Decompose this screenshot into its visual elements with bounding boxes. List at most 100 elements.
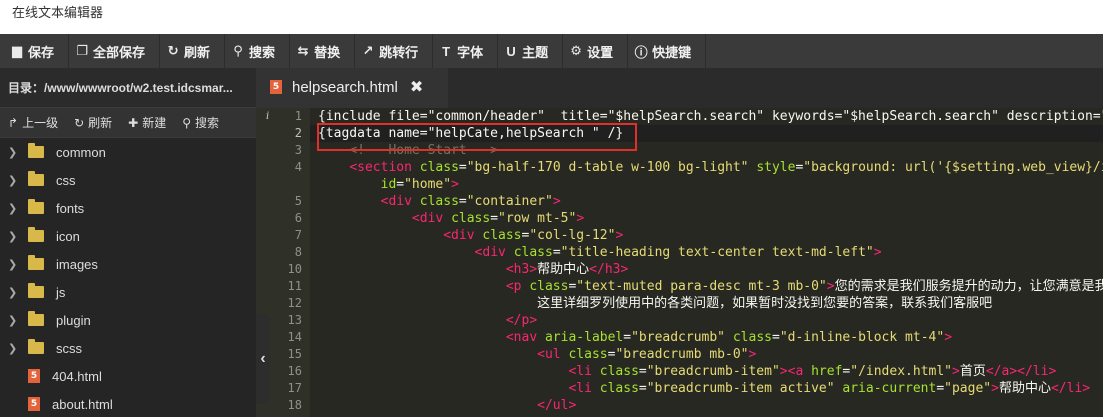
- goto-line-button[interactable]: ↗ 跳转行: [355, 34, 434, 68]
- code-token: class: [482, 228, 522, 243]
- code-line[interactable]: 5 <div class="container">: [256, 193, 1103, 210]
- code-line[interactable]: 6 <div class="row mt-5">: [256, 210, 1103, 227]
- code-text: <div class="col-lg-12">: [318, 227, 623, 244]
- file-tree: ❯ common ❯ css ❯ fonts ❯ icon ❯ images ❯ js ❯ plugin ❯…: [0, 138, 256, 417]
- code-line[interactable]: 17 <li class="breadcrumb-item active" ar…: [256, 380, 1103, 397]
- folder-icon: [28, 143, 44, 158]
- gear-button[interactable]: ⚙ 设置: [563, 34, 629, 68]
- folder-item[interactable]: ❯ common: [0, 138, 256, 166]
- code-line[interactable]: 7 <div class="col-lg-12">: [256, 227, 1103, 244]
- code-token: <p: [505, 279, 522, 294]
- code-token: >: [952, 364, 960, 379]
- folder-item[interactable]: ❯ scss: [0, 334, 256, 362]
- sidebar-arrow-up-button[interactable]: ↱ 上一级: [0, 114, 66, 131]
- search-button[interactable]: ⚲ 搜索: [225, 34, 291, 68]
- code-token: "col-lg-12": [529, 228, 616, 243]
- file-name: css: [56, 172, 76, 188]
- code-token: <li: [568, 381, 592, 396]
- code-line[interactable]: 16 <li class="breadcrumb-item"><a href="…: [256, 363, 1103, 380]
- folder-item[interactable]: ❯ plugin: [0, 306, 256, 334]
- code-token: "row mt-5": [498, 211, 577, 226]
- folder-item[interactable]: ❯ icon: [0, 222, 256, 250]
- code-token: =: [490, 211, 499, 226]
- sidebar-plus-button[interactable]: ✚ 新建: [120, 114, 174, 131]
- chevron-right-icon[interactable]: ❯: [8, 146, 22, 159]
- font-button[interactable]: T 字体: [433, 34, 499, 68]
- code-line[interactable]: 11 <p class="text-muted para-desc mt-3 m…: [256, 278, 1103, 295]
- sidebar-search-button[interactable]: ⚲ 搜索: [174, 114, 227, 131]
- code-line[interactable]: 4 <section class="bg-half-170 d-table w-…: [256, 159, 1103, 176]
- save-all-button[interactable]: ❐ 全部保存: [69, 34, 161, 68]
- code-editor[interactable]: i 1 {include file="common/header" title="$…: [256, 108, 1103, 417]
- chevron-right-icon[interactable]: ❯: [8, 230, 22, 243]
- chevron-right-icon[interactable]: ❯: [8, 202, 22, 215]
- folder-item[interactable]: ❯ fonts: [0, 194, 256, 222]
- sidebar-action-label: 刷新: [88, 116, 113, 130]
- toolbar-button-label: 字体: [457, 44, 484, 60]
- chevron-right-icon[interactable]: ❯: [8, 314, 22, 327]
- chevron-right-icon[interactable]: ❯: [8, 342, 22, 355]
- line-number: 3: [294, 143, 302, 157]
- folder-item[interactable]: ❯ images: [0, 250, 256, 278]
- code-token: <div: [443, 228, 475, 243]
- code-line[interactable]: 14 <nav aria-label="breadcrumb" class="d…: [256, 329, 1103, 346]
- file-item[interactable]: 5 about.html: [0, 390, 256, 417]
- replace-button[interactable]: ⇆ 替换: [290, 34, 356, 68]
- code-token: <h3>: [505, 262, 538, 277]
- code-token: "bg-half-170 d-table w-100 bg-light": [466, 160, 749, 175]
- file-name: scss: [56, 340, 82, 356]
- code-token: 帮助中心: [998, 381, 1051, 396]
- code-line[interactable]: id="home">: [256, 176, 1103, 193]
- info-button[interactable]: ⓘ 快捷键: [628, 34, 707, 68]
- file-item[interactable]: 5 404.html: [0, 362, 256, 390]
- sidebar-refresh-button[interactable]: ↻ 刷新: [66, 114, 120, 131]
- code-token: =: [458, 194, 467, 209]
- code-token: =: [396, 177, 405, 192]
- code-token: class: [451, 211, 491, 226]
- code-line[interactable]: 12 这里详细罗列使用中的各类问题，如果暂时没找到您要的答案，联系我们客服吧: [256, 295, 1103, 312]
- sidebar-actions: ↱ 上一级 ↻ 刷新 ✚ 新建 ⚲ 搜索: [0, 108, 256, 138]
- chevron-right-icon[interactable]: ❯: [8, 286, 22, 299]
- chevron-right-icon[interactable]: ❯: [8, 258, 22, 271]
- code-token: <li: [568, 364, 592, 379]
- code-line[interactable]: 8 <div class="title-heading text-center …: [256, 244, 1103, 261]
- code-token: >: [576, 211, 585, 226]
- code-line[interactable]: 15 <ul class="breadcrumb mb-0">: [256, 346, 1103, 363]
- folder-icon: [28, 171, 44, 186]
- toolbar-button-label: 设置: [587, 44, 614, 60]
- toolbar: ▆ 保存 ❐ 全部保存 ↻ 刷新 ⚲ 搜索 ⇆ 替换 ↗ 跳转行 T 字体 U 主题 ⚙ 设置 ⓘ 快捷键: [0, 34, 1103, 68]
- file-sidebar: 目录：/www/wwwroot/w2.test.idcsmar... ↱ 上一级 ↻…: [0, 68, 256, 417]
- code-token: "breadcrumb mb-0": [615, 347, 749, 362]
- close-tab-icon[interactable]: ✖: [410, 77, 423, 97]
- code-line[interactable]: 10 <h3>帮助中心</h3>: [256, 261, 1103, 278]
- code-token: "breadcrumb-item": [646, 364, 780, 379]
- theme-button[interactable]: U 主题: [498, 34, 564, 68]
- code-text: <div class="title-heading text-center te…: [318, 244, 882, 261]
- search-icon: ⚲: [182, 115, 192, 130]
- line-number: 12: [287, 296, 302, 310]
- code-token: <div: [380, 194, 412, 209]
- tab-helpsearch-html[interactable]: 5 helpsearch.html ✖: [256, 68, 448, 108]
- html5-file-icon: 5: [270, 80, 282, 94]
- code-token: "text-muted para-desc mt-3 mb-0": [576, 279, 827, 294]
- code-line[interactable]: 13 </p>: [256, 312, 1103, 329]
- refresh-button[interactable]: ↻ 刷新: [160, 34, 226, 68]
- file-name: common: [56, 144, 106, 160]
- collapse-sidebar-button[interactable]: ‹: [256, 314, 270, 404]
- folder-item[interactable]: ❯ css: [0, 166, 256, 194]
- file-name: icon: [56, 228, 80, 244]
- refresh-icon: ↻: [74, 115, 85, 130]
- save-button[interactable]: ▆ 保存: [4, 34, 70, 68]
- code-line[interactable]: 18 </ul>: [256, 397, 1103, 414]
- chevron-right-icon[interactable]: ❯: [8, 174, 22, 187]
- folder-item[interactable]: ❯ js: [0, 278, 256, 306]
